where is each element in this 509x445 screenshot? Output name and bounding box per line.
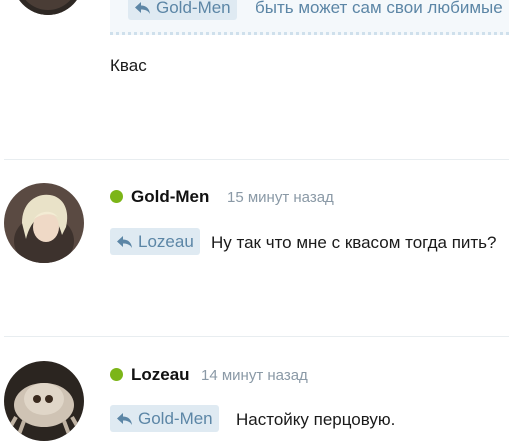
avatar[interactable]: [12, 0, 84, 15]
avatar[interactable]: [4, 183, 84, 263]
mention-chip[interactable]: Gold-Men: [110, 405, 219, 432]
mention-chip[interactable]: Lozeau: [110, 228, 200, 255]
avatar[interactable]: [4, 361, 84, 441]
mention-chip[interactable]: Gold-Men: [128, 0, 237, 20]
post-timestamp[interactable]: 15 минут назад: [227, 189, 334, 206]
message-text: Квас: [110, 56, 147, 75]
post-divider: [4, 159, 509, 160]
reply-icon: [116, 412, 133, 426]
mention-label: Lozeau: [138, 232, 194, 251]
quoted-text: быть может сам свои любимые: [255, 0, 503, 17]
post-timestamp[interactable]: 14 минут назад: [201, 367, 308, 384]
reply-icon: [116, 235, 133, 249]
online-status-dot: [110, 190, 123, 203]
online-status-dot: [110, 368, 123, 381]
author-name[interactable]: Gold-Men: [131, 187, 209, 207]
message-text: Настойку перцовую.: [236, 410, 396, 429]
post-divider: [4, 336, 509, 337]
reply-icon: [134, 1, 151, 15]
mention-label: Gold-Men: [156, 0, 231, 17]
mention-label: Gold-Men: [138, 409, 213, 428]
message-text: Ну так что мне с квасом тогда пить?: [211, 233, 497, 252]
author-name[interactable]: Lozeau: [131, 365, 190, 385]
